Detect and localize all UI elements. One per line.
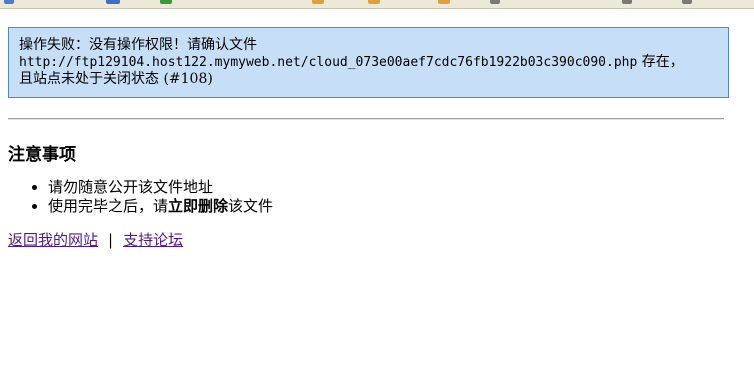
back-to-site-link[interactable]: 返回我的网站 [8,231,98,249]
toolbar-icon[interactable] [368,0,380,4]
link-separator: | [108,231,114,249]
horizontal-rule [8,118,724,120]
error-line-3: 且站点未处于关闭状态 (#108) [19,71,213,87]
toolbar-icon[interactable] [490,0,500,4]
note-text: 请勿随意公开该文件地址 [48,178,214,196]
notes-list: 请勿随意公开该文件地址 使用完毕之后，请立即删除该文件 [8,178,273,216]
file-url: http://ftp129104.host122.mymyweb.net/clo… [19,55,638,70]
toolbar-icon[interactable] [312,0,324,4]
note-emphasis: 立即删除 [168,197,229,215]
toolbar-icon[interactable] [160,0,172,4]
toolbar-icon[interactable] [682,0,692,4]
toolbar-icon[interactable] [4,0,14,4]
error-line-1: 操作失败：没有操作权限！请确认文件 [19,37,257,53]
browser-toolbar-edge [0,0,754,9]
list-item: 请勿随意公开该文件地址 [48,178,273,197]
note-suffix: 该文件 [228,197,274,215]
notes-heading: 注意事项 [8,145,76,165]
error-message-box: 操作失败：没有操作权限！请确认文件 http://ftp129104.host1… [8,27,729,98]
error-line-2-suffix: 存在， [637,54,684,70]
toolbar-icon[interactable] [438,0,450,4]
toolbar-icon[interactable] [106,0,120,4]
list-item: 使用完毕之后，请立即删除该文件 [48,197,273,216]
error-line-2: http://ftp129104.host122.mymyweb.net/clo… [19,54,720,71]
footer-links: 返回我的网站 | 支持论坛 [8,231,183,250]
note-prefix: 使用完毕之后，请 [48,197,169,215]
toolbar-icon[interactable] [622,0,632,4]
support-forum-link[interactable]: 支持论坛 [123,231,183,249]
